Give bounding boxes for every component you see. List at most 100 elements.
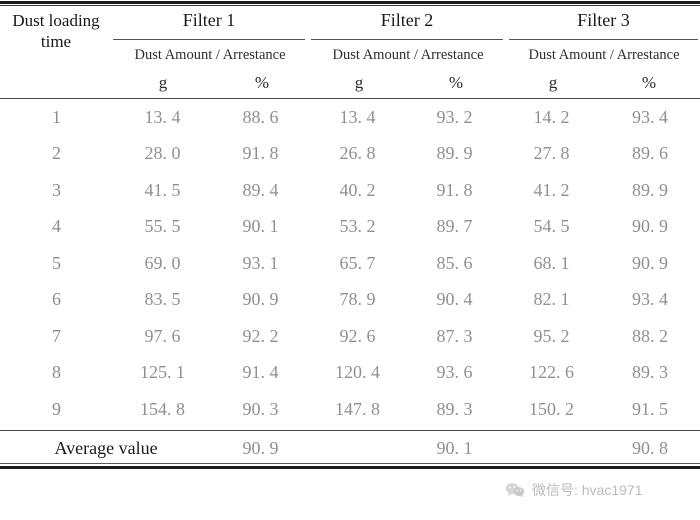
unit-filter-3-arrestance: % (641, 73, 657, 92)
column-group-filter-1: Filter 1 (182, 10, 236, 30)
table-row: 2 28. 0 91. 8 26. 8 89. 9 27. 8 89. 6 (0, 136, 700, 173)
filter-3-arrestance: 93. 4 (632, 289, 668, 310)
unit-filter-2-arrestance: % (448, 73, 464, 92)
filter-2-arrestance: 85. 6 (436, 252, 473, 273)
filter-3-arrestance: 93. 4 (632, 106, 668, 127)
dust-loading-table: Dust loading time Filter 1 Filter 2 Filt… (0, 0, 700, 520)
stub-header-line-1: Dust loading (12, 11, 100, 30)
table-row: 6 83. 5 90. 9 78. 9 90. 4 82. 1 93. 4 (0, 282, 700, 319)
row-index: 2 (52, 143, 61, 164)
filter-3-arrestance: 88. 2 (632, 325, 668, 346)
column-group-filter-3: Filter 3 (577, 10, 630, 30)
table-row: 8 125. 1 91. 4 120. 4 93. 6 122. 6 89. 3 (0, 355, 700, 392)
table-body: 1 13. 4 88. 6 13. 4 93. 2 14. 2 93. 4 2 28. 0 91.… (0, 99, 700, 428)
filter-1-arrestance: 90. 9 (242, 289, 279, 310)
filter-2-amount: 13. 4 (339, 106, 376, 127)
wechat-icon (505, 483, 525, 498)
table-row: 9 154. 8 90. 3 147. 8 89. 3 150. 2 91. 5 (0, 391, 700, 428)
filter-1-amount: 69. 0 (144, 252, 181, 273)
filter-1-arrestance: 89. 4 (242, 179, 279, 200)
filter-2-arrestance: 90. 4 (436, 289, 473, 310)
average-filter-2-amount (309, 431, 406, 466)
filter-3-arrestance: 91. 5 (632, 398, 668, 419)
unit-filter-2-amount: g (354, 73, 364, 92)
filter-1-amount: 125. 1 (140, 362, 185, 383)
row-index: 6 (52, 289, 61, 310)
filter-3-amount: 82. 1 (533, 289, 570, 310)
filter-2-arrestance: 91. 8 (436, 179, 473, 200)
table-row-average: Average value 90. 9 90. 1 90. 8 (0, 431, 700, 466)
filter-1-arrestance: 91. 4 (242, 362, 279, 383)
average-filter-3-amount (503, 431, 600, 466)
filter-1-amount: 97. 6 (144, 325, 181, 346)
filter-2-amount: 26. 8 (339, 143, 376, 164)
filter-3-arrestance: 90. 9 (632, 252, 668, 273)
stub-header-line-2: time (40, 32, 72, 52)
filter-3-amount: 27. 8 (533, 143, 570, 164)
filter-1-arrestance: 93. 1 (242, 252, 279, 273)
filter-1-amount: 13. 4 (144, 106, 181, 127)
row-index: 3 (52, 179, 61, 200)
filter-3-amount: 41. 2 (533, 179, 570, 200)
watermark: 微信号: hvac1971 (505, 480, 643, 500)
filter-2-group-rule (311, 39, 503, 40)
filter-2-arrestance: 93. 2 (436, 106, 473, 127)
row-index: 4 (52, 216, 61, 237)
filter-1-arrestance: 90. 3 (242, 398, 279, 419)
table-row: 7 97. 6 92. 2 92. 6 87. 3 95. 2 88. 2 (0, 318, 700, 355)
filter-1-arrestance: 90. 1 (242, 216, 279, 237)
filter-1-amount: 28. 0 (144, 143, 181, 164)
unit-filter-1-arrestance: % (254, 73, 270, 92)
column-group-filter-2: Filter 2 (380, 10, 434, 30)
filter-1-amount: 41. 5 (144, 179, 181, 200)
unit-filter-3-amount: g (548, 73, 558, 92)
filter-1-amount: 83. 5 (144, 289, 181, 310)
subheader-filter-2: Dust Amount / Arrestance (332, 47, 484, 63)
filter-2-amount: 92. 6 (339, 325, 376, 346)
filter-3-amount: 122. 6 (529, 362, 574, 383)
filter-2-amount: 53. 2 (339, 216, 376, 237)
watermark-text: 微信号: hvac1971 (532, 482, 643, 498)
row-index: 7 (52, 325, 61, 346)
filter-1-amount: 154. 8 (140, 398, 185, 419)
average-filter-3-arrestance: 90. 8 (632, 438, 669, 458)
row-index: 8 (52, 362, 61, 383)
filter-1-amount: 55. 5 (144, 216, 181, 237)
filter-2-amount: 78. 9 (339, 289, 376, 310)
unit-filter-1-amount: g (158, 73, 168, 92)
table-row: 4 55. 5 90. 1 53. 2 89. 7 54. 5 90. 9 (0, 209, 700, 246)
filter-3-amount: 54. 5 (533, 216, 570, 237)
filter-3-arrestance: 90. 9 (632, 216, 668, 237)
filter-3-amount: 14. 2 (533, 106, 570, 127)
filter-3-group-rule (509, 39, 698, 40)
average-label: Average value (54, 438, 158, 458)
row-index: 5 (52, 252, 61, 273)
filter-2-amount: 120. 4 (335, 362, 380, 383)
average-filter-1-arrestance: 90. 9 (242, 438, 279, 458)
filter-2-arrestance: 89. 9 (436, 143, 473, 164)
filter-2-arrestance: 89. 7 (436, 216, 473, 237)
table-top-border (0, 1, 700, 6)
filter-2-amount: 40. 2 (339, 179, 376, 200)
row-index: 9 (52, 398, 61, 419)
filter-1-arrestance: 88. 6 (242, 106, 279, 127)
average-row: Average value 90. 9 90. 1 90. 8 (0, 431, 700, 466)
filter-3-amount: 150. 2 (529, 398, 574, 419)
average-filter-2-arrestance: 90. 1 (436, 438, 473, 458)
filter-2-amount: 65. 7 (339, 252, 376, 273)
stub-header: Dust loading time (2, 10, 110, 52)
table-row: 1 13. 4 88. 6 13. 4 93. 2 14. 2 93. 4 (0, 99, 700, 136)
filter-2-arrestance: 93. 6 (436, 362, 473, 383)
subheader-filter-1: Dust Amount / Arrestance (134, 47, 286, 63)
filter-3-arrestance: 89. 6 (632, 143, 668, 164)
filter-1-arrestance: 91. 8 (242, 143, 279, 164)
filter-1-group-rule (113, 39, 305, 40)
table-row: 5 69. 0 93. 1 65. 7 85. 6 68. 1 90. 9 (0, 245, 700, 282)
table-bottom-border (0, 463, 700, 469)
filter-2-amount: 147. 8 (335, 398, 380, 419)
filter-1-arrestance: 92. 2 (242, 325, 279, 346)
row-index: 1 (52, 106, 61, 127)
filter-2-arrestance: 87. 3 (436, 325, 473, 346)
filter-2-arrestance: 89. 3 (436, 398, 473, 419)
filter-3-amount: 95. 2 (533, 325, 570, 346)
